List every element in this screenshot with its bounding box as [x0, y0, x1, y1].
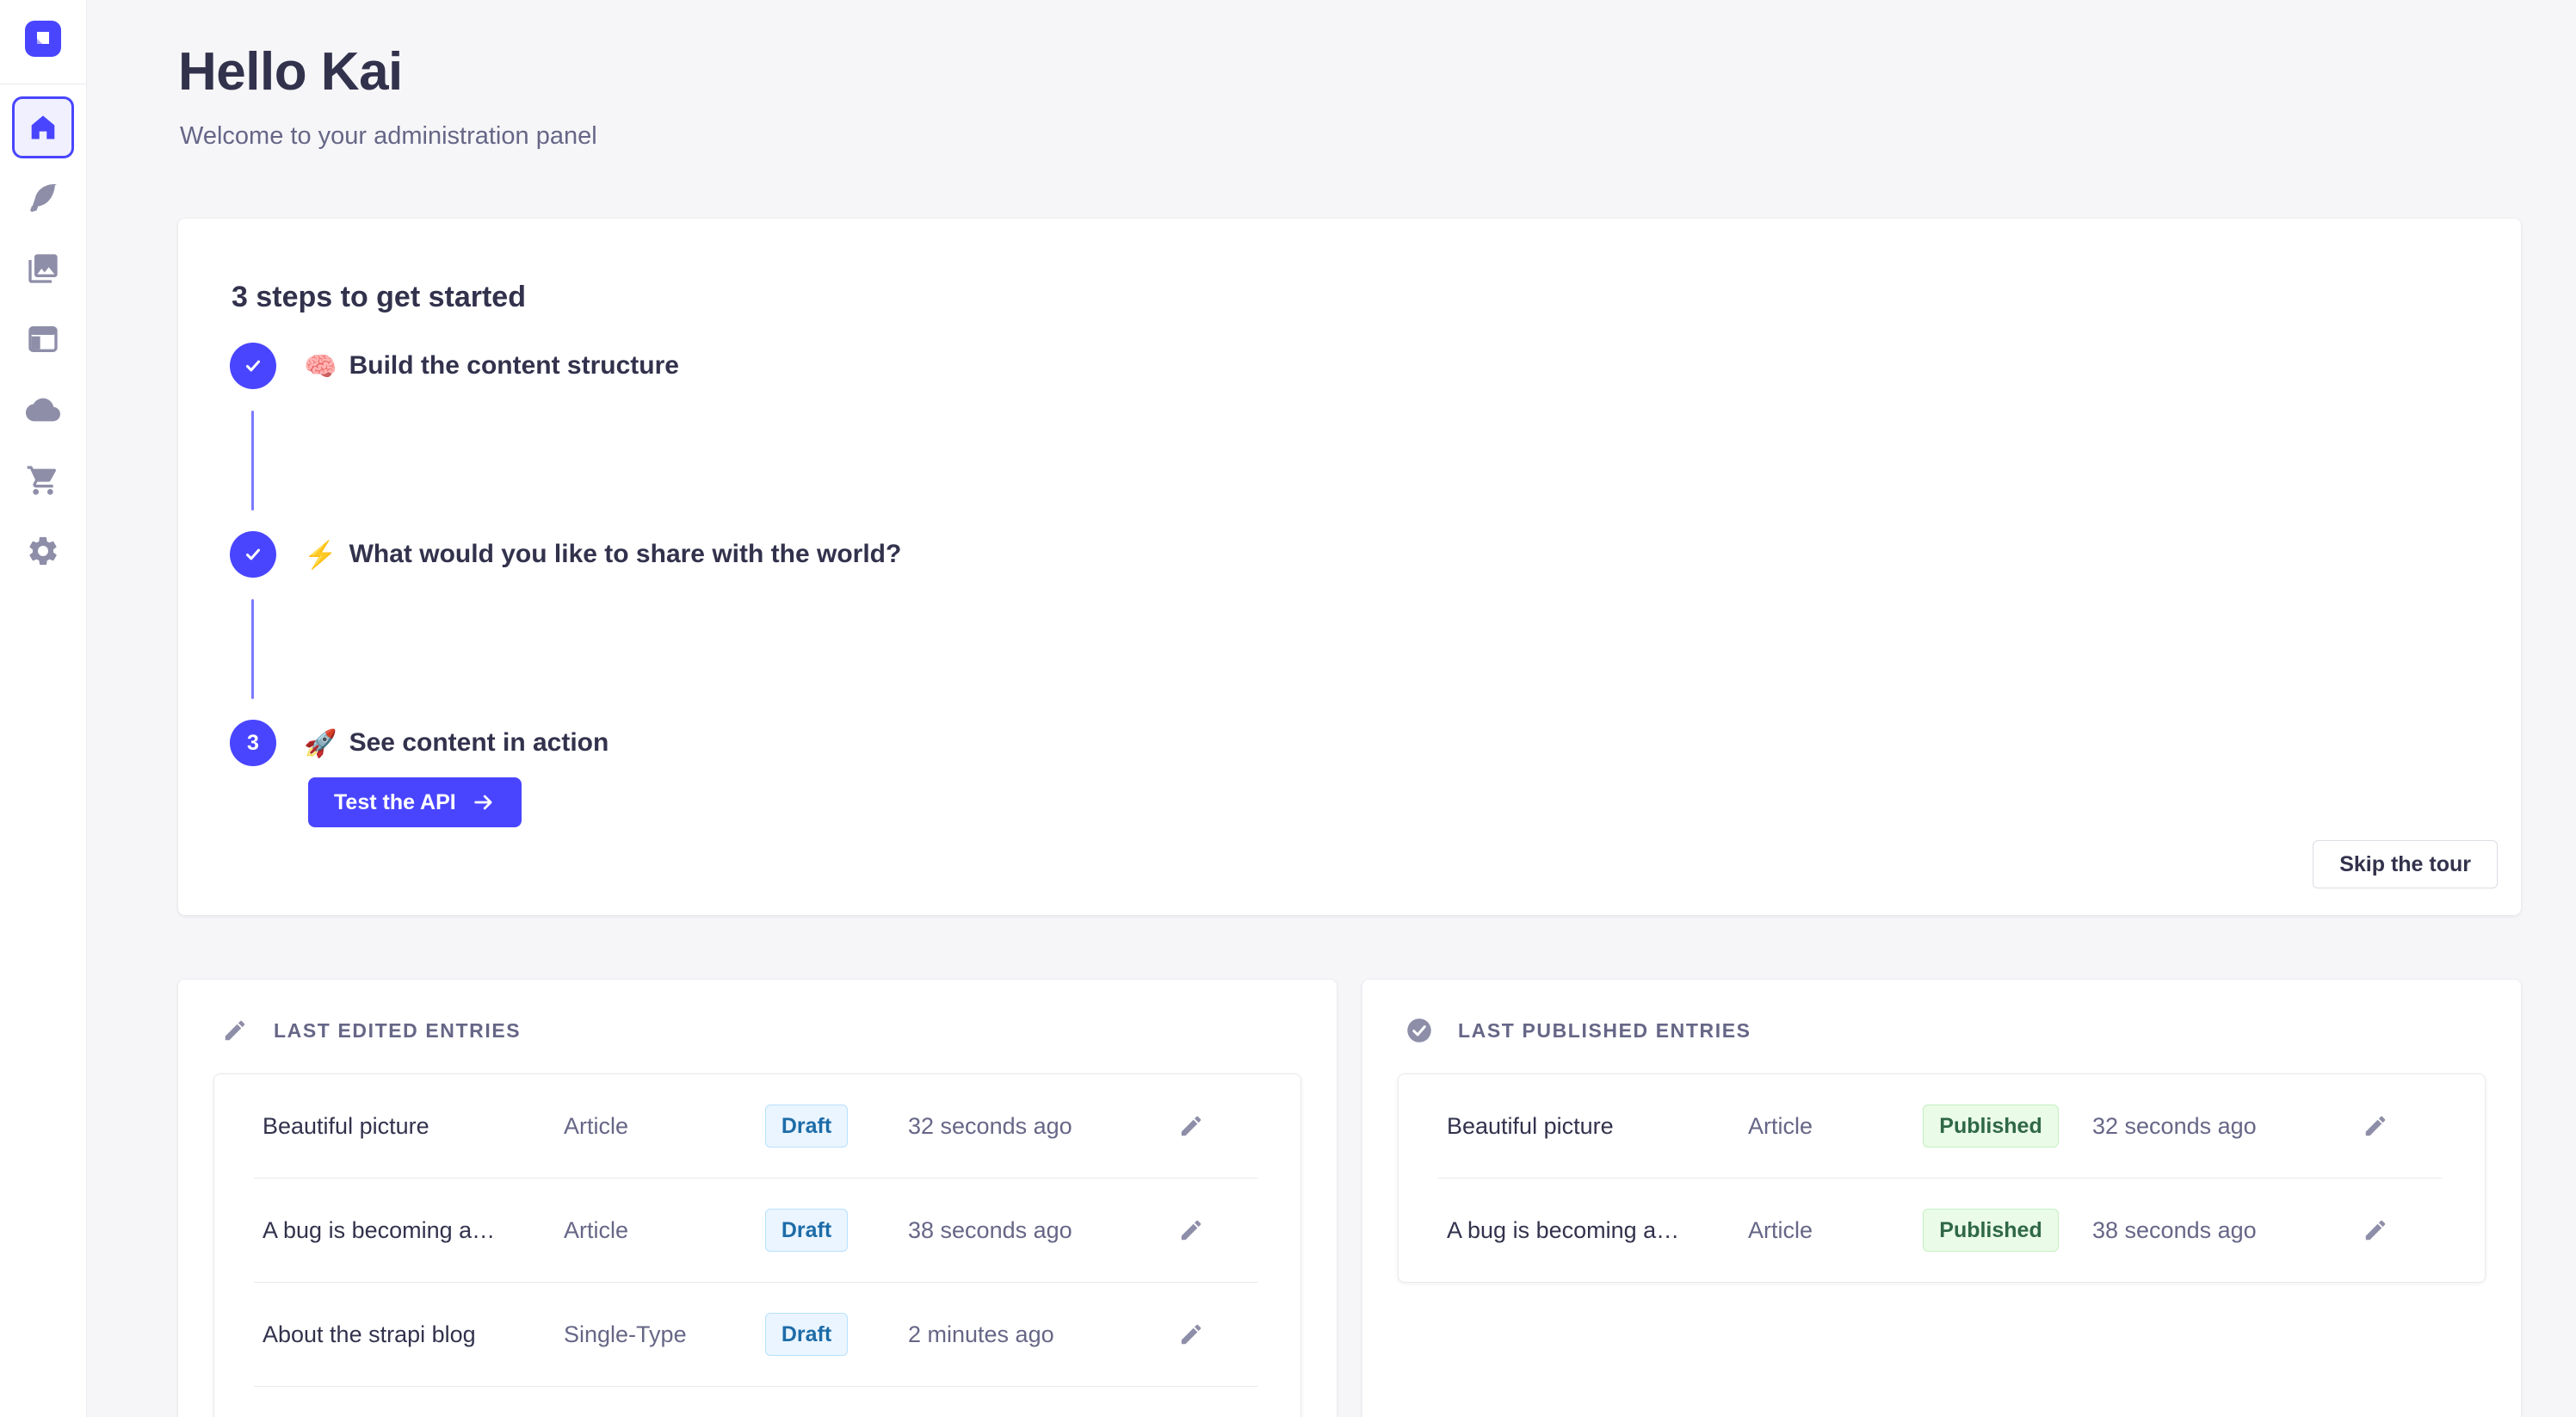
last-published-title: LAST PUBLISHED ENTRIES — [1458, 1019, 1751, 1043]
pencil-icon — [2363, 1113, 2388, 1139]
onboarding-card: 3 steps to get started 🧠 Build the conte… — [178, 219, 2521, 915]
entry-title: A bug is becoming a… — [263, 1217, 564, 1244]
sidebar-item-content-manager[interactable] — [26, 181, 60, 215]
step-2-label: What would you like to share with the wo… — [349, 540, 902, 569]
check-circle-icon — [1406, 1018, 1432, 1043]
last-edited-header: LAST EDITED ENTRIES — [178, 980, 1337, 1043]
layout-icon — [26, 322, 60, 356]
onboarding-step-2[interactable]: ⚡ What would you like to share with the … — [230, 531, 901, 578]
entry-title: Beautiful picture — [263, 1113, 564, 1140]
strapi-logo[interactable] — [25, 21, 61, 57]
entry-type: Single-Type — [564, 1321, 705, 1348]
status-badge: Draft — [765, 1209, 848, 1252]
entry-time: 2 minutes ago — [908, 1321, 1162, 1348]
step-3-number-circle: 3 — [230, 720, 276, 766]
step-1-label: Build the content structure — [349, 351, 679, 381]
entry-type: Article — [564, 1217, 705, 1244]
entry-title: About the strapi blog — [263, 1321, 564, 1348]
pencil-icon — [1178, 1321, 1204, 1347]
page-title: Hello Kai — [178, 41, 403, 102]
entry-time: 32 seconds ago — [908, 1113, 1162, 1140]
brain-emoji-icon: 🧠 — [304, 353, 337, 380]
sidebar-item-content-type-builder[interactable] — [26, 322, 60, 356]
edit-entry-button[interactable] — [1177, 1216, 1206, 1245]
pencil-icon — [2363, 1217, 2388, 1243]
home-icon — [27, 111, 59, 144]
table-row: A bug is becoming a… Article Draft 38 se… — [214, 1179, 1300, 1282]
step-1-done-circle — [230, 343, 276, 389]
status-badge: Published — [1923, 1105, 2058, 1148]
step-2-done-circle — [230, 531, 276, 578]
onboarding-title: 3 steps to get started — [232, 281, 526, 314]
step-connector — [251, 411, 254, 510]
step-3-label: See content in action — [349, 728, 609, 758]
main-navigation-sidebar — [0, 0, 87, 1417]
step-3-number: 3 — [247, 731, 259, 756]
test-the-api-label: Test the API — [334, 790, 456, 815]
sidebar-item-media-library[interactable] — [26, 251, 60, 286]
pencil-icon — [1178, 1217, 1204, 1243]
entry-type: Article — [1748, 1113, 1889, 1140]
entry-type: Article — [1748, 1217, 1889, 1244]
table-row: Beautiful picture Article Published 32 s… — [1399, 1074, 2485, 1178]
entry-time: 38 seconds ago — [908, 1217, 1162, 1244]
last-edited-entries-card: LAST EDITED ENTRIES Beautiful picture Ar… — [178, 980, 1337, 1417]
last-edited-table: Beautiful picture Article Draft 32 secon… — [213, 1074, 1301, 1417]
check-icon — [242, 355, 264, 377]
page-subtitle: Welcome to your administration panel — [180, 122, 597, 151]
edit-entry-button[interactable] — [2361, 1111, 2390, 1141]
edit-entry-button[interactable] — [2361, 1216, 2390, 1245]
status-badge: Draft — [765, 1105, 848, 1148]
last-published-header: LAST PUBLISHED ENTRIES — [1362, 980, 2521, 1043]
last-edited-title: LAST EDITED ENTRIES — [274, 1019, 521, 1043]
entry-title: Beautiful picture — [1447, 1113, 1748, 1140]
status-badge: Draft — [765, 1313, 848, 1356]
cloud-icon — [26, 393, 60, 427]
sidebar-item-marketplace[interactable] — [26, 463, 60, 498]
picture-icon — [26, 251, 60, 286]
pencil-icon — [222, 1018, 248, 1043]
feather-pen-icon — [26, 181, 60, 215]
strapi-logo-glyph — [25, 21, 61, 57]
table-row: A bug is becoming a… Article Published 3… — [1399, 1179, 2485, 1282]
skip-the-tour-button[interactable]: Skip the tour — [2313, 840, 2498, 888]
entry-title: A bug is becoming a… — [1447, 1217, 1748, 1244]
last-published-entries-card: LAST PUBLISHED ENTRIES Beautiful picture… — [1362, 980, 2521, 1417]
gear-icon — [26, 534, 60, 568]
table-row: Beautiful picture Article Draft 32 secon… — [214, 1074, 1300, 1178]
last-published-table: Beautiful picture Article Published 32 s… — [1398, 1074, 2486, 1283]
shopping-cart-icon — [26, 463, 60, 498]
status-badge: Published — [1923, 1209, 2058, 1252]
lightning-emoji-icon: ⚡ — [304, 541, 337, 568]
entry-time: 32 seconds ago — [2092, 1113, 2346, 1140]
rocket-emoji-icon: 🚀 — [304, 730, 337, 757]
sidebar-item-settings[interactable] — [26, 534, 60, 568]
sidebar-item-home[interactable] — [12, 96, 74, 158]
edit-entry-button[interactable] — [1177, 1320, 1206, 1349]
onboarding-step-3[interactable]: 3 🚀 See content in action — [230, 720, 608, 766]
step-connector — [251, 599, 254, 699]
onboarding-step-1[interactable]: 🧠 Build the content structure — [230, 343, 679, 389]
test-the-api-button[interactable]: Test the API — [308, 777, 522, 827]
table-row: About the strapi blog Single-Type Draft … — [214, 1283, 1300, 1386]
check-icon — [242, 543, 264, 566]
arrow-right-icon — [472, 790, 496, 814]
entry-time: 38 seconds ago — [2092, 1217, 2346, 1244]
entry-type: Article — [564, 1113, 705, 1140]
sidebar-item-deploy[interactable] — [26, 393, 60, 427]
edit-entry-button[interactable] — [1177, 1111, 1206, 1141]
pencil-icon — [1178, 1113, 1204, 1139]
